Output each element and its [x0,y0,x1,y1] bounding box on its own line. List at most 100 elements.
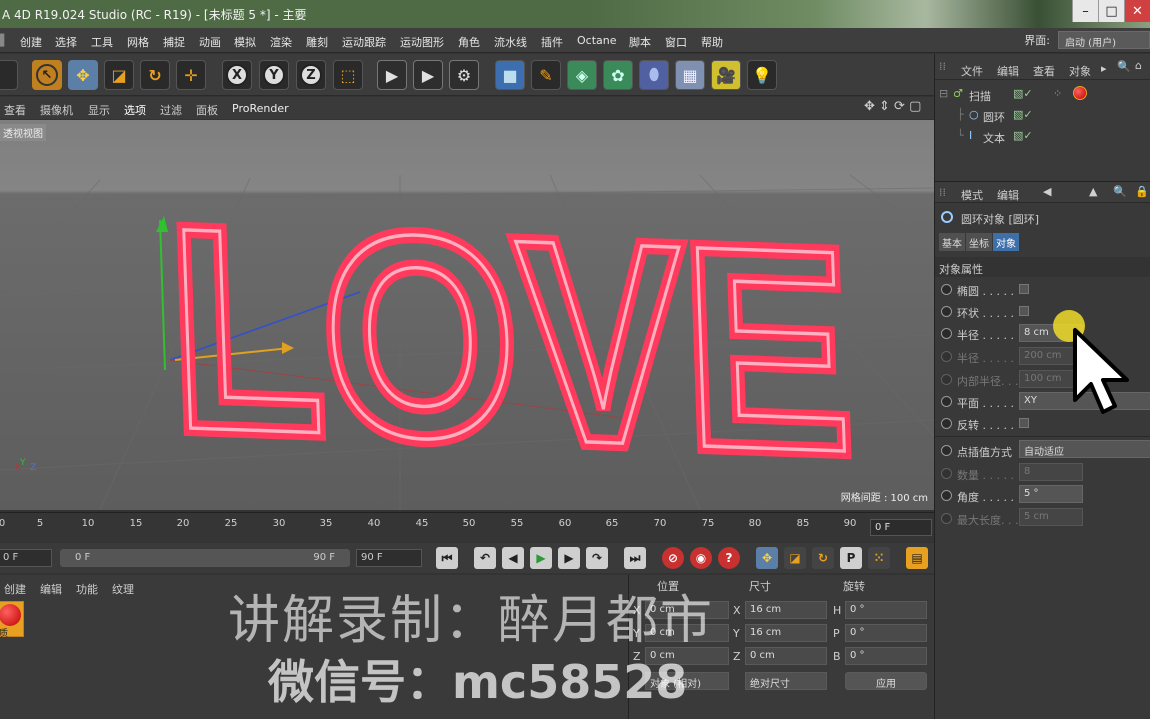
tab-basic[interactable]: 基本 [939,233,965,251]
menu-plugins[interactable]: 插件 [541,34,563,50]
visibility-icon[interactable]: ▧✓ [1013,129,1033,142]
key-scale-button[interactable]: ◪ [784,547,806,569]
select-tool-button[interactable]: ↖ [32,60,62,90]
z-axis-button[interactable]: Z [296,60,326,90]
record-key-button[interactable]: ⊘ [662,547,684,569]
reverse-checkbox[interactable] [1019,418,1029,428]
menu-animate[interactable]: 动画 [199,34,221,50]
viewport-menu-prorender[interactable]: ProRender [232,102,289,115]
menu-help[interactable]: 帮助 [701,34,723,50]
menu-window[interactable]: 窗口 [665,34,687,50]
menu-render[interactable]: 渲染 [270,34,292,50]
home-icon[interactable]: ⌂ [1135,59,1142,72]
key-param-button[interactable]: P [840,547,862,569]
material-tab-edit[interactable]: 编辑 [40,581,62,597]
render-settings-button[interactable]: ⚙ [449,60,479,90]
menu-octane[interactable]: Octane [577,34,617,47]
subdivision-button[interactable]: ◈ [567,60,597,90]
material-swatch[interactable]: 质 [0,601,24,639]
camera-button[interactable]: 🎥 [711,60,741,90]
objects-menu-edit[interactable]: 编辑 [997,63,1019,79]
menu-snap[interactable]: 捕捉 [163,34,185,50]
auto-key-button[interactable]: ◉ [690,547,712,569]
apply-button[interactable]: 应用 [845,672,927,690]
current-frame-field[interactable]: 0 F [870,519,932,536]
pen-button[interactable]: ✎ [531,60,561,90]
keyframe-selection-button[interactable]: ? [718,547,740,569]
viewport-menu-filter[interactable]: 过滤 [160,102,182,118]
scale-tool-button[interactable]: ◪ [104,60,134,90]
tree-item-text[interactable]: └ I 文本 ▧✓ [935,126,1150,146]
live-select-button[interactable]: ✛ [176,60,206,90]
viewport-menu-panel[interactable]: 面板 [196,102,218,118]
ellipse-checkbox[interactable] [1019,284,1029,294]
back-arrow-icon[interactable]: ◀ [1043,185,1051,198]
x-axis-button[interactable]: X [222,60,252,90]
anim-radio[interactable] [941,396,952,407]
viewport-menu-options[interactable]: 选项 [124,102,146,118]
material-tab-create[interactable]: 创建 [4,581,26,597]
tab-object[interactable]: 对象 [993,233,1019,251]
viewport-nav-icons[interactable]: ✥ ⇕ ⟳ ▢ [864,99,921,114]
rotation-b-field[interactable]: 0 ° [845,647,927,665]
deformer-button[interactable]: ⬮ [639,60,669,90]
menu-pipeline[interactable]: 流水线 [494,34,527,50]
menu-create[interactable]: 创建 [20,34,42,50]
anim-radio[interactable] [941,284,952,295]
search-icon[interactable]: 🔍 [1113,185,1127,198]
material-tab-texture[interactable]: 纹理 [112,581,134,597]
objects-menu-object[interactable]: 对象 [1069,63,1091,79]
viewport-menu-view[interactable]: 查看 [4,102,26,118]
perspective-viewport[interactable]: Y Z X LOVE LOVE 透视视图 网格间距 : 100 cm [0,120,934,510]
frame-range-slider[interactable]: 0 F 90 F [60,549,350,567]
visibility-icon[interactable]: ▧✓ [1013,108,1033,121]
timeline-ruler[interactable]: 0 5 10 15 20 25 30 35 40 45 50 55 60 65 … [0,512,934,542]
search-icon[interactable]: 🔍 [1117,60,1131,73]
menu-tools[interactable]: 工具 [91,34,113,50]
attributes-menu-edit[interactable]: 编辑 [997,187,1019,203]
viewport-menu-display[interactable]: 显示 [88,102,110,118]
key-pla-button[interactable]: ⁙ [868,547,890,569]
go-to-start-button[interactable]: ⏮ [436,547,458,569]
render-picture-viewer-button[interactable]: ▶ [413,60,443,90]
tree-item-circle[interactable]: ├ ○ 圆环 ▧✓ [935,105,1150,125]
y-axis-button[interactable]: Y [259,60,289,90]
up-arrow-icon[interactable]: ▲ [1089,185,1097,198]
anim-radio[interactable] [941,328,952,339]
move-tool-button[interactable]: ✥ [68,60,98,90]
menu-mograph[interactable]: 运动图形 [400,34,444,50]
minimize-button[interactable]: – [1072,0,1098,22]
go-to-end-button[interactable]: ⏭ [624,547,646,569]
love-3d-text[interactable]: LOVE LOVE [150,138,870,510]
ring-checkbox[interactable] [1019,306,1029,316]
cloner-button[interactable]: ✿ [603,60,633,90]
tag-icon[interactable]: ⁘ [1053,87,1062,100]
attributes-menu-mode[interactable]: 模式 [961,187,983,203]
viewport-menu-camera[interactable]: 摄像机 [40,102,73,118]
previous-frame-button[interactable]: ◀ [502,547,524,569]
play-button[interactable]: ▶ [530,547,552,569]
coordinate-system-button[interactable]: ⬚ [333,60,363,90]
undo-icon[interactable] [0,60,18,90]
floor-button[interactable]: ▦ [675,60,705,90]
cube-button[interactable]: ■ [495,60,525,90]
objects-menu-view[interactable]: 查看 [1033,63,1055,79]
size-z-field[interactable]: 0 cm [745,647,827,665]
menu-select[interactable]: 选择 [55,34,77,50]
end-frame-field[interactable]: 90 F [356,549,422,567]
previous-key-button[interactable]: ↶ [474,547,496,569]
anim-radio[interactable] [941,418,952,429]
material-tag-icon[interactable] [1073,86,1087,100]
tab-coordinates[interactable]: 坐标 [966,233,992,251]
visibility-icon[interactable]: ▧✓ [1013,87,1033,100]
menu-simulate[interactable]: 模拟 [234,34,256,50]
size-mode-dropdown[interactable]: 绝对尺寸 [745,672,827,690]
rotation-h-field[interactable]: 0 ° [845,601,927,619]
objects-menu-file[interactable]: 文件 [961,63,983,79]
lock-icon[interactable]: 🔒 [1135,185,1149,198]
anim-radio[interactable] [941,445,952,456]
anim-radio[interactable] [941,306,952,317]
size-x-field[interactable]: 16 cm [745,601,827,619]
tree-item-sweep[interactable]: ⊟ ♂ 扫描 ▧✓ ⁘ [935,84,1150,104]
timeline-window-button[interactable]: ▤ [906,547,928,569]
